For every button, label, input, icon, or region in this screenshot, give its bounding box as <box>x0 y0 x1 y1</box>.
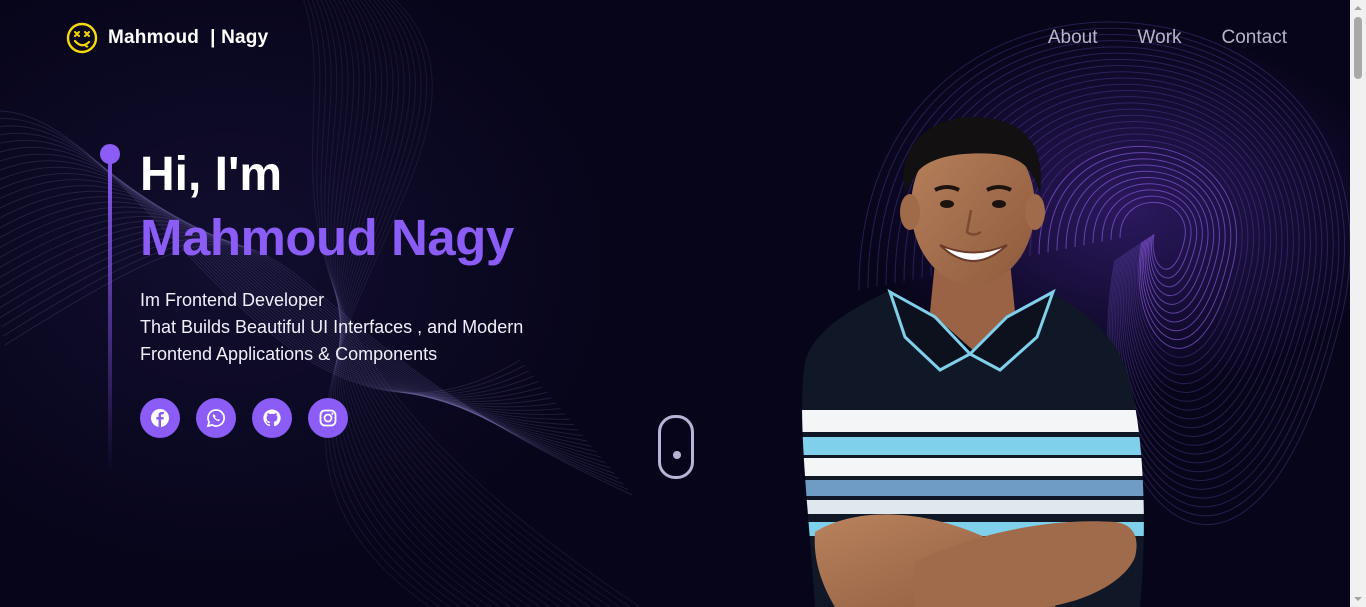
instagram-icon <box>319 409 337 427</box>
hero-description-line: Frontend Applications & Components <box>140 344 438 364</box>
nav-link-about[interactable]: About <box>1048 27 1098 49</box>
facebook-button[interactable] <box>140 398 180 438</box>
scroll-down-indicator[interactable] <box>658 415 694 479</box>
facebook-icon <box>151 409 169 427</box>
hero-greeting: Hi, I'm <box>140 148 283 201</box>
timeline-rail <box>108 152 112 472</box>
hero-description-line: Im Frontend Developer <box>140 290 325 310</box>
logo-text: Mahmoud | Nagy <box>108 27 269 48</box>
timeline-dot <box>100 144 120 164</box>
hero-name: Mahmoud Nagy <box>140 209 514 266</box>
hero-description-line: That Builds Beautiful UI Interfaces , an… <box>140 317 524 337</box>
instagram-button[interactable] <box>308 398 348 438</box>
whatsapp-icon <box>206 409 225 428</box>
github-button[interactable] <box>252 398 292 438</box>
nav-link-contact[interactable]: Contact <box>1222 27 1287 49</box>
hero-page: Mahmoud | Nagy About Work Contact Hi, I'… <box>0 0 1350 607</box>
profile-photo <box>802 116 1144 607</box>
whatsapp-button[interactable] <box>196 398 236 438</box>
mouse-wheel-dot <box>673 451 681 459</box>
page-scrollbar[interactable] <box>1350 0 1366 607</box>
scrollbar-thumb[interactable] <box>1354 17 1362 79</box>
wave-line <box>4 243 633 496</box>
logo[interactable]: Mahmoud | Nagy <box>66 22 268 54</box>
main-nav: About Work Contact <box>1048 27 1287 49</box>
social-links <box>140 398 348 438</box>
scroll-down-arrow-icon[interactable] <box>1350 591 1366 607</box>
github-icon <box>263 409 281 427</box>
scroll-up-arrow-icon[interactable] <box>1350 0 1366 16</box>
hero-description: Im Frontend Developer That Builds Beauti… <box>140 287 523 368</box>
nav-link-work[interactable]: Work <box>1138 27 1182 49</box>
smiley-x-eyes-icon <box>66 22 98 54</box>
